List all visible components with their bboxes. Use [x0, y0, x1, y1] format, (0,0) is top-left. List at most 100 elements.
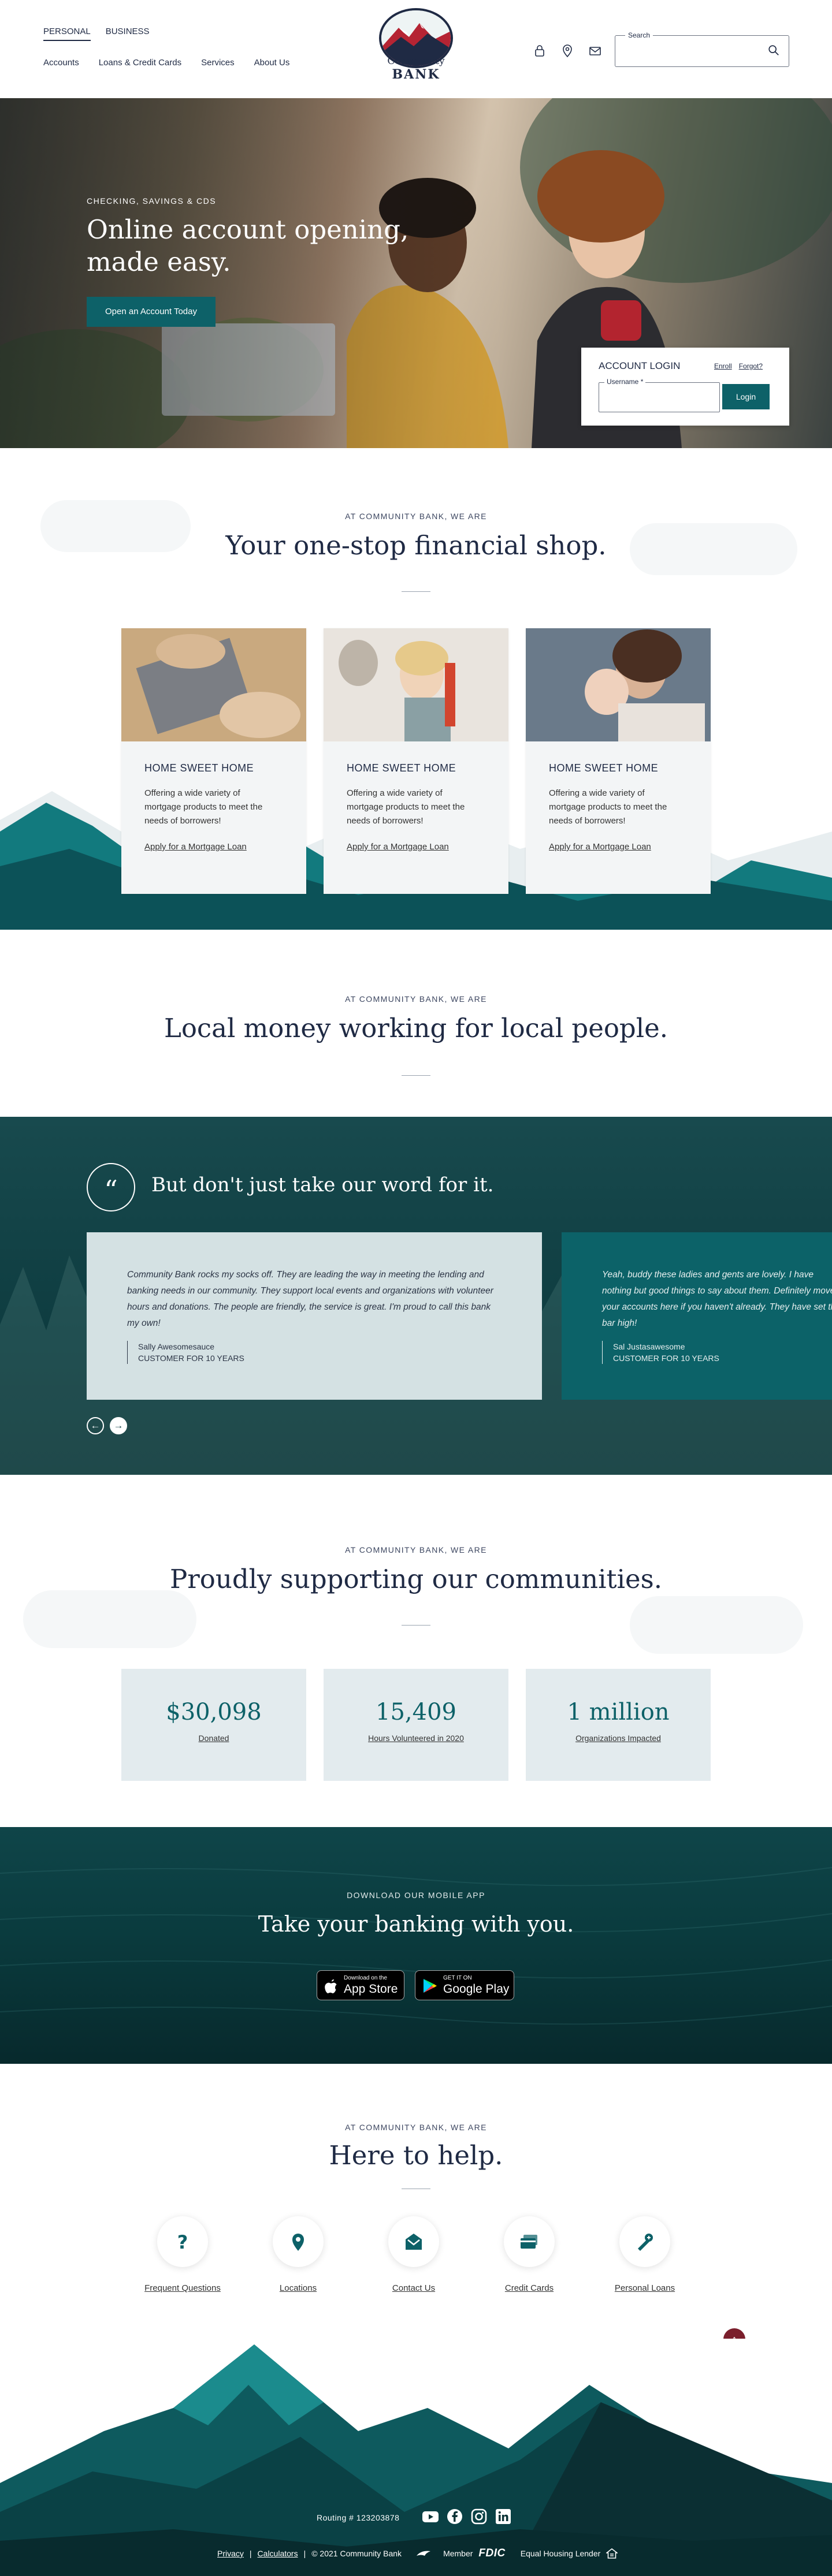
search-input[interactable]: [615, 35, 789, 67]
section-divider: [402, 1075, 430, 1076]
help-item-faq[interactable]: ? Frequent Questions: [125, 2216, 240, 2293]
carousel-controls: ← →: [87, 1417, 127, 1434]
card-text: Offering a wide variety of mortgage prod…: [347, 788, 465, 826]
help-label[interactable]: Contact Us: [356, 2283, 471, 2293]
open-account-button[interactable]: Open an Account Today: [87, 297, 216, 327]
help-item-contact[interactable]: Contact Us: [356, 2216, 471, 2293]
separator: |: [249, 2549, 252, 2558]
mail-icon[interactable]: [588, 44, 602, 58]
nav-loans-credit-cards[interactable]: Loans & Credit Cards: [99, 58, 181, 68]
username-input[interactable]: [599, 382, 720, 412]
envelope-icon: [406, 2234, 422, 2250]
fdic-logo: FDIC: [478, 2547, 506, 2559]
copyright: © 2021 Community Bank: [311, 2549, 402, 2558]
testimonials-title: But don't just take our word for it.: [151, 1173, 494, 1196]
instagram-icon[interactable]: [470, 2508, 488, 2525]
tab-business[interactable]: BUSINESS: [106, 27, 150, 41]
login-button[interactable]: Login: [722, 384, 770, 409]
community-bank-logo[interactable]: Community BANK: [376, 8, 456, 90]
help-title: Here to help.: [329, 2140, 503, 2171]
help-circle: ?: [157, 2216, 208, 2267]
facebook-icon[interactable]: [446, 2508, 463, 2525]
hero-eyebrow: CHECKING, SAVINGS & CDS: [87, 196, 217, 206]
author-name: Sal Justasawesome: [613, 1342, 685, 1351]
location-icon: [292, 2234, 304, 2251]
communities-section: AT COMMUNITY BANK, WE ARE Proudly suppor…: [0, 1475, 832, 1827]
forgot-link[interactable]: Forgot?: [739, 362, 763, 370]
testimonial-quote: Yeah, buddy these ladies and gents are l…: [602, 1270, 832, 1328]
mortgage-link[interactable]: Apply for a Mortgage Loan: [144, 842, 247, 852]
mortgage-link[interactable]: Apply for a Mortgage Loan: [347, 842, 449, 852]
footer-mountains: [0, 2344, 832, 2576]
card-photo-child: [324, 628, 508, 741]
card-text: Offering a wide variety of mortgage prod…: [549, 788, 667, 826]
linkedin-icon[interactable]: [495, 2508, 512, 2525]
stat-value: 15,409: [376, 1699, 456, 1725]
card-photo-mother-baby: [526, 628, 711, 741]
communities-title: Proudly supporting our communities.: [169, 1564, 663, 1594]
help-label[interactable]: Frequent Questions: [125, 2283, 240, 2293]
help-circle: [504, 2216, 555, 2267]
social-links: [422, 2508, 512, 2525]
section-divider: [402, 591, 430, 592]
testimonial-card: Yeah, buddy these ladies and gents are l…: [562, 1232, 832, 1400]
stat-label[interactable]: Hours Volunteered in 2020: [324, 1734, 508, 1743]
mortgage-link[interactable]: Apply for a Mortgage Loan: [549, 842, 651, 852]
stat-card: $30,098 Donated: [121, 1669, 306, 1781]
header-icons: [533, 44, 602, 58]
credit-card-icon: [521, 2235, 537, 2249]
next-arrow-icon[interactable]: →: [110, 1417, 127, 1434]
help-label[interactable]: Credit Cards: [471, 2283, 587, 2293]
testimonial-author: Sal Justasawesome CUSTOMER FOR 10 YEARS: [602, 1341, 719, 1364]
google-play-small-text: GET IT ON: [443, 1975, 472, 1981]
product-card: HOME SWEET HOME Offering a wide variety …: [121, 628, 306, 894]
testimonial-author: Sally Awesomesauce CUSTOMER FOR 10 YEARS: [127, 1341, 244, 1364]
google-play-big-text: Google Play: [443, 1982, 510, 1996]
quote-icon: “: [87, 1163, 135, 1211]
app-title: Take your banking with you.: [258, 1911, 574, 1937]
nav-about-us[interactable]: About Us: [254, 58, 290, 68]
stat-label[interactable]: Organizations Impacted: [526, 1734, 711, 1743]
question-icon: ?: [177, 2231, 188, 2252]
card-title: HOME SWEET HOME: [144, 762, 254, 774]
app-store-button[interactable]: Download on the App Store: [317, 1970, 404, 2000]
cloud-decoration: [630, 1596, 803, 1654]
equal-housing-icon: [606, 2548, 618, 2559]
google-play-button[interactable]: GET IT ON Google Play: [415, 1970, 514, 2000]
enroll-link[interactable]: Enroll: [714, 362, 732, 370]
help-item-personal-loans[interactable]: Personal Loans: [587, 2216, 703, 2293]
google-play-icon: [424, 1979, 437, 1993]
onestop-title: Your one-stop financial shop.: [225, 530, 607, 561]
help-circle: [273, 2216, 324, 2267]
card-text: Offering a wide variety of mortgage prod…: [144, 788, 263, 826]
help-item-locations[interactable]: Locations: [240, 2216, 356, 2293]
previous-arrow-icon[interactable]: ←: [87, 1417, 104, 1434]
login-title: ACCOUNT LOGIN: [599, 360, 681, 371]
hero-banner: CHECKING, SAVINGS & CDS Online account o…: [0, 98, 832, 448]
main-nav: Accounts Loans & Credit Cards Services A…: [43, 58, 289, 68]
app-eyebrow: DOWNLOAD OUR MOBILE APP: [347, 1891, 485, 1900]
calculators-link[interactable]: Calculators: [258, 2549, 298, 2558]
privacy-link[interactable]: Privacy: [217, 2549, 244, 2558]
nav-services[interactable]: Services: [201, 58, 235, 68]
stat-label[interactable]: Donated: [121, 1734, 306, 1743]
communities-eyebrow: AT COMMUNITY BANK, WE ARE: [345, 1545, 487, 1554]
nav-accounts[interactable]: Accounts: [43, 58, 79, 68]
card-title: HOME SWEET HOME: [347, 762, 456, 774]
audience-tabs: PERSONAL BUSINESS: [43, 27, 150, 41]
member-text: Member: [443, 2549, 473, 2558]
tab-personal[interactable]: PERSONAL: [43, 27, 91, 41]
help-label[interactable]: Personal Loans: [587, 2283, 703, 2293]
logo-text-community: Community: [387, 55, 445, 67]
youtube-icon[interactable]: [422, 2508, 439, 2525]
help-item-credit-cards[interactable]: Credit Cards: [471, 2216, 587, 2293]
help-label[interactable]: Locations: [240, 2283, 356, 2293]
author-role: CUSTOMER FOR 10 YEARS: [613, 1354, 719, 1363]
search-icon[interactable]: [767, 44, 780, 57]
location-icon[interactable]: [560, 44, 574, 58]
lock-icon[interactable]: [533, 44, 547, 58]
water-texture: [0, 1867, 832, 2025]
username-label: Username *: [604, 378, 646, 386]
ncua-eagle-icon: [417, 2551, 431, 2556]
card-title: HOME SWEET HOME: [549, 762, 659, 774]
